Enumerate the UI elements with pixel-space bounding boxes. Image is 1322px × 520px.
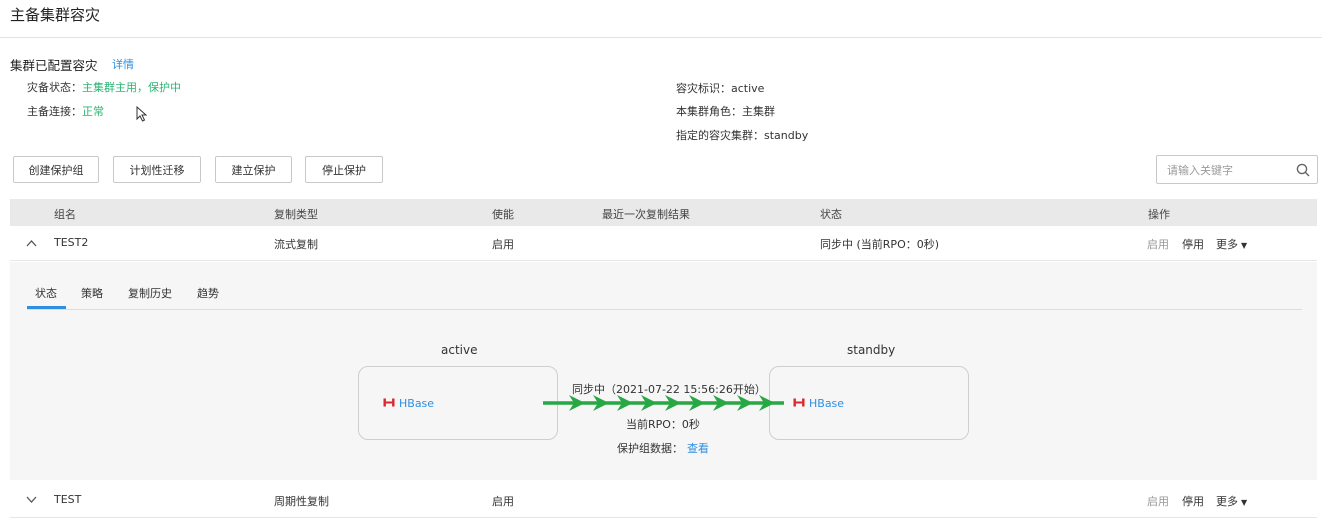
target-cluster-value: standby [764, 129, 809, 142]
cluster-role-row: 本集群角色：主集群 [676, 103, 775, 119]
row-more-link[interactable]: 更多 ▼ [1216, 493, 1247, 509]
group-data-label: 保护组数据： [617, 442, 683, 455]
row-enable-link[interactable]: 启用 [1147, 236, 1169, 252]
target-service-link[interactable]: HBase [809, 397, 844, 410]
table-row[interactable]: TEST2 流式复制 启用 同步中 (当前RPO：0秒) 启用 停用 更多 ▼ [10, 226, 1317, 260]
row-divider [10, 517, 1317, 518]
row-name: TEST2 [54, 236, 89, 249]
row-enable-link[interactable]: 启用 [1147, 493, 1169, 509]
col-header-copy-type: 复制类型 [274, 208, 318, 221]
dr-summary-title: 集群已配置容灾 [10, 58, 98, 73]
dr-status-label: 灾备状态： [27, 81, 82, 94]
create-protection-group-button[interactable]: 创建保护组 [13, 156, 99, 183]
search-box [1156, 155, 1318, 185]
cluster-role-value: 主集群 [742, 105, 775, 118]
page-title: 主备集群容灾 [10, 6, 101, 24]
row-enabled: 启用 [492, 238, 514, 251]
start-protection-button[interactable]: 建立保护 [215, 156, 292, 183]
row-name: TEST [54, 493, 82, 506]
group-data-view-link[interactable]: 查看 [687, 442, 709, 455]
tab-policy[interactable]: 策略 [81, 285, 103, 301]
col-header-status: 状态 [820, 208, 842, 221]
mouse-cursor-icon [136, 106, 148, 122]
search-icon[interactable] [1296, 163, 1310, 177]
row-disable-link[interactable]: 停用 [1182, 493, 1204, 509]
tab-bar-divider [27, 309, 1302, 310]
tab-copy-history[interactable]: 复制历史 [128, 285, 172, 301]
col-header-last-result: 最近一次复制结果 [602, 208, 690, 221]
stop-protection-button[interactable]: 停止保护 [305, 156, 383, 183]
active-tab-indicator [27, 306, 66, 309]
row-copy-type: 流式复制 [274, 238, 318, 251]
col-header-actions: 操作 [1148, 208, 1170, 221]
current-rpo-text: 当前RPO：0秒 [626, 418, 700, 431]
group-data-row: 保护组数据： 查看 [617, 440, 709, 456]
target-cluster-label: standby [847, 343, 896, 357]
dr-id-row: 容灾标识：active [676, 80, 764, 96]
dr-status-row: 灾备状态：主集群主用，保护中 [27, 79, 181, 95]
connection-label: 主备连接： [27, 105, 82, 118]
cluster-role-label: 本集群角色： [676, 105, 742, 118]
table-header: 组名 复制类型 使能 最近一次复制结果 状态 操作 [10, 199, 1317, 226]
col-header-enabled: 使能 [492, 208, 514, 221]
connection-value: 正常 [82, 105, 104, 118]
target-cluster-label: 指定的容灾集群： [676, 129, 764, 142]
col-header-name: 组名 [54, 208, 76, 221]
target-cluster-row: 指定的容灾集群：standby [676, 127, 808, 143]
caret-down-icon: ▼ [1241, 241, 1248, 250]
row-divider [10, 260, 1317, 261]
chevron-down-icon[interactable] [26, 496, 37, 504]
row-disable-link[interactable]: 停用 [1182, 236, 1204, 252]
row-more-label: 更多 [1216, 495, 1238, 508]
source-cluster-label: active [441, 343, 478, 357]
dr-id-value: active [731, 82, 765, 95]
table-row[interactable]: TEST 周期性复制 启用 启用 停用 更多 ▼ [10, 483, 1317, 517]
row-more-label: 更多 [1216, 238, 1238, 251]
source-service-link[interactable]: HBase [399, 397, 434, 410]
row-status: 同步中 (当前RPO：0秒) [820, 238, 940, 251]
hbase-icon [793, 398, 805, 407]
title-divider [0, 37, 1322, 38]
tab-status[interactable]: 状态 [35, 285, 57, 301]
detail-link[interactable]: 详情 [112, 56, 134, 72]
dr-status-value: 主集群主用，保护中 [82, 81, 181, 94]
hbase-icon [383, 398, 395, 407]
planned-migration-button[interactable]: 计划性迁移 [113, 156, 201, 183]
row-copy-type: 周期性复制 [274, 495, 329, 508]
dr-id-label: 容灾标识： [676, 82, 731, 95]
chevron-up-icon[interactable] [26, 239, 37, 247]
replication-flow-arrow [543, 395, 784, 411]
row-more-link[interactable]: 更多 ▼ [1216, 236, 1247, 252]
row-enabled: 启用 [492, 495, 514, 508]
search-input[interactable] [1157, 156, 1299, 185]
connection-row: 主备连接：正常 [27, 103, 104, 119]
caret-down-icon: ▼ [1241, 498, 1248, 507]
tab-trend[interactable]: 趋势 [197, 285, 219, 301]
